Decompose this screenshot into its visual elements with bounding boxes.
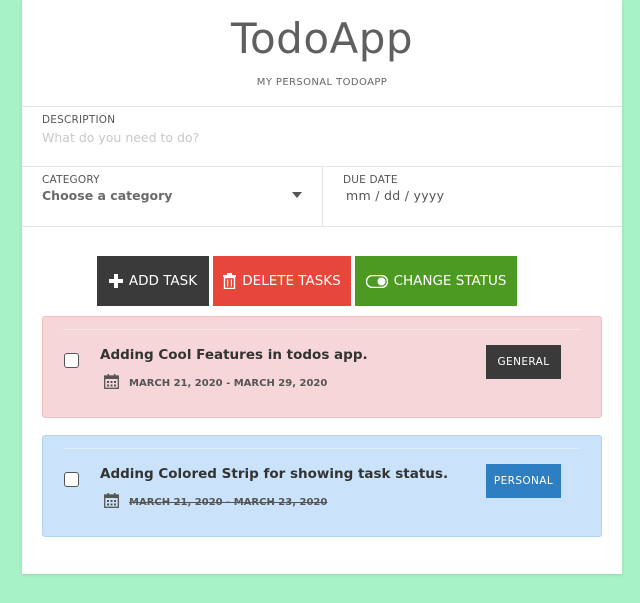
category-select[interactable]: Choose a category xyxy=(42,188,306,206)
toggle-icon xyxy=(365,274,388,288)
delete-tasks-label: DELETE TASKS xyxy=(242,273,341,289)
calendar-icon xyxy=(104,493,119,508)
task-checkbox[interactable] xyxy=(64,472,79,487)
category-badge: GENERAL xyxy=(486,345,561,379)
due-date-label: DUE DATE xyxy=(343,174,398,186)
todo-card: TodoApp MY PERSONAL TODOAPP DESCRIPTION … xyxy=(22,0,622,574)
task-item: Adding Cool Features in todos app. MARCH… xyxy=(42,316,602,418)
task-title: Adding Cool Features in todos app. xyxy=(100,347,368,363)
task-title: Adding Colored Strip for showing task st… xyxy=(100,466,449,482)
change-status-label: CHANGE STATUS xyxy=(393,273,507,289)
task-date-range: MARCH 21, 2020 - MARCH 23, 2020 xyxy=(129,497,328,508)
divider xyxy=(22,106,622,107)
app-title: TodoApp xyxy=(230,14,414,63)
due-date-input[interactable]: mm / dd / yyyy xyxy=(346,188,546,206)
calendar-icon xyxy=(104,374,119,389)
task-item: Adding Colored Strip for showing task st… xyxy=(42,435,602,537)
add-task-label: ADD TASK xyxy=(128,273,198,289)
divider xyxy=(22,226,622,227)
caret-down-icon[interactable] xyxy=(292,192,302,198)
app-subtitle: MY PERSONAL TODOAPP xyxy=(256,77,388,88)
divider xyxy=(322,166,323,226)
category-badge: PERSONAL xyxy=(486,464,561,498)
delete-tasks-button[interactable]: DELETE TASKS xyxy=(213,256,351,306)
trash-icon xyxy=(223,273,237,289)
description-input[interactable] xyxy=(42,128,602,146)
description-label: DESCRIPTION xyxy=(42,114,116,126)
task-strip xyxy=(63,329,581,330)
task-date-range: MARCH 21, 2020 - MARCH 29, 2020 xyxy=(129,378,328,389)
plus-icon xyxy=(108,274,123,288)
category-label: CATEGORY xyxy=(42,174,100,186)
add-task-button[interactable]: ADD TASK xyxy=(97,256,209,306)
task-strip xyxy=(63,448,581,449)
task-checkbox[interactable] xyxy=(64,353,79,368)
change-status-button[interactable]: CHANGE STATUS xyxy=(355,256,517,306)
